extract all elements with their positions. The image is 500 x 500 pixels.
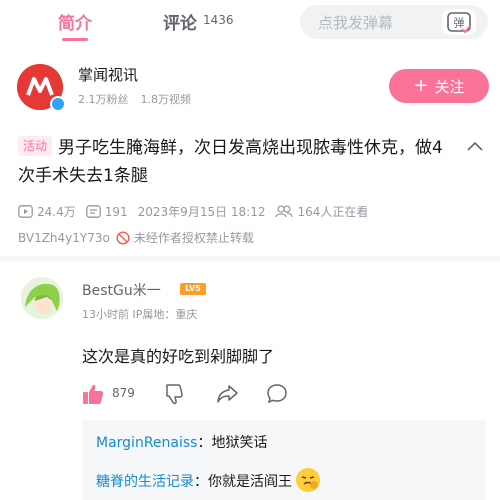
user-level-badge: LV5 [180,283,206,295]
danmaku-placeholder: 点我发弹幕 [318,14,394,32]
tab-bar: 简介 评论 1436 点我发弹幕 弹 [0,0,500,46]
verified-icon [50,96,66,112]
uploader-name[interactable]: 掌闻视讯 [78,64,138,85]
reply-text: ：地狱笑话 [197,435,268,451]
copyright-notice: 未经作者授权禁止转载 [133,231,254,245]
chevron-up-icon[interactable] [466,140,484,152]
thumbs-down-icon[interactable] [164,383,186,405]
video-title: 活动 男子吃生腌海鲜，次日发高烧出现脓毒性休克，做4次手术失去1条腿 [18,134,458,190]
no-repost-icon [116,230,130,245]
comment-time-location: 13小时前 IP属地：重庆 [82,308,198,321]
plus-icon: + [413,75,429,96]
publish-date: 2023年9月15日 18:12 [137,205,266,219]
uploader-fans: 2.1万粉丝 [78,93,129,106]
comment-username[interactable]: BestGu米一 [82,280,161,300]
like-count: 879 [112,386,135,400]
uploader-stats: 2.1万粉丝 1.8万视频 [78,91,191,107]
share-icon[interactable] [216,383,238,405]
reply-username[interactable]: MarginRenaiss [96,435,197,451]
danmaku-toggle-icon[interactable]: 弹 [442,9,476,35]
tab-intro[interactable]: 简介 [58,9,92,34]
danmaku-count: 191 [104,204,128,219]
play-count-icon [18,205,33,218]
danmaku-count-icon [85,205,101,218]
anime-avatar-icon [21,277,63,319]
video-id-row: BV1Zh4y1Y73o 未经作者授权禁止转载 [18,229,254,246]
danmaku-glyph: 弹 [454,16,465,30]
comment-actions: 879 [82,383,342,405]
bvid[interactable]: BV1Zh4y1Y73o [18,231,110,245]
comments-count: 1436 [203,13,234,27]
commenter-avatar[interactable] [21,277,63,319]
reply-text: ：你就是活阎王 [194,474,292,490]
reply-preview[interactable]: MarginRenaiss：地狱笑话 糖脊的生活记录：你就是活阎王 [82,420,486,500]
uploader-videos: 1.8万视频 [140,93,192,106]
view-count: 24.4万 [37,205,76,219]
uploader-avatar[interactable] [17,64,66,112]
section-divider [0,256,500,262]
follow-button[interactable]: + 关注 [389,69,489,103]
watching-count: 164人正在看 [297,205,369,219]
reply-item[interactable]: MarginRenaiss：地狱笑话 [96,432,267,452]
tab-comments[interactable]: 评论 [163,9,197,34]
active-tab-indicator [62,38,88,41]
watching-people-icon [275,205,294,218]
activity-badge[interactable]: 活动 [18,136,53,156]
danmaku-input[interactable]: 点我发弹幕 弹 [300,5,488,39]
reply-item[interactable]: 糖脊的生活记录：你就是活阎王 [96,468,320,492]
reply-icon[interactable] [266,383,288,405]
comment-text: 这次是真的好吃到剁脚脚了 [82,347,275,366]
reply-username[interactable]: 糖脊的生活记录 [96,474,194,490]
emoji-icon [296,468,320,492]
video-title-text: 男子吃生腌海鲜，次日发高烧出现脓毒性休克，做4次手术失去1条腿 [18,138,443,186]
follow-label: 关注 [434,77,465,96]
thumbs-up-icon[interactable] [82,383,104,405]
video-meta: 24.4万 191 2023年9月15日 18:12 164人正在看 [18,203,368,220]
